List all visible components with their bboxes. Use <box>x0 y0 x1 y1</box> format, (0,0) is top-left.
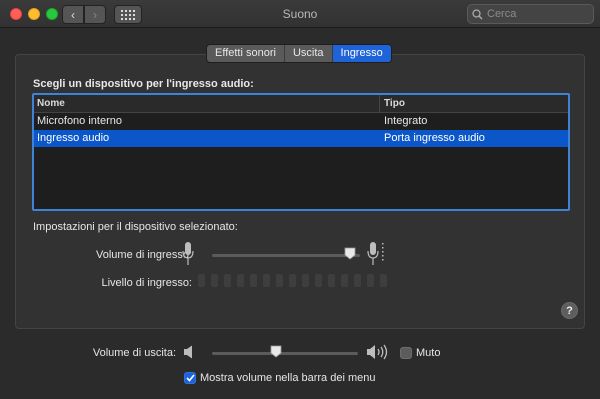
column-header-name[interactable]: Nome <box>34 95 380 112</box>
level-segment <box>367 274 374 287</box>
row-type: Porta ingresso audio <box>384 132 485 144</box>
output-volume-slider[interactable] <box>212 352 358 355</box>
output-volume-label: Volume di uscita: <box>92 347 176 359</box>
level-segment <box>380 274 387 287</box>
level-segment <box>198 274 205 287</box>
show-volume-label: Mostra volume nella barra dei menu <box>200 372 376 384</box>
search-input[interactable] <box>487 8 587 20</box>
mute-checkbox[interactable] <box>400 347 412 359</box>
checkmark-icon <box>185 374 195 382</box>
speaker-high-icon <box>367 344 388 360</box>
level-segment <box>263 274 270 287</box>
output-volume-thumb[interactable] <box>270 345 282 358</box>
level-segment <box>289 274 296 287</box>
device-table[interactable]: Nome Tipo Microfono interno Integrato In… <box>32 93 570 211</box>
tab-bar: Effetti sonori Uscita Ingresso <box>206 44 392 63</box>
level-segment <box>224 274 231 287</box>
tab-effetti-sonori[interactable]: Effetti sonori <box>207 45 285 62</box>
search-icon <box>472 8 483 19</box>
row-name: Microfono interno <box>37 115 122 127</box>
input-volume-thumb[interactable] <box>344 247 356 260</box>
microphone-low-icon <box>182 242 194 265</box>
table-header: Nome Tipo <box>34 95 568 113</box>
table-row-selected[interactable]: Ingresso audio Porta ingresso audio <box>34 130 568 147</box>
input-level-meter <box>198 274 387 287</box>
input-volume-slider[interactable] <box>212 254 360 257</box>
tab-uscita[interactable]: Uscita <box>285 45 333 62</box>
help-button[interactable]: ? <box>561 302 578 319</box>
level-segment <box>302 274 309 287</box>
tab-ingresso[interactable]: Ingresso <box>332 45 391 62</box>
level-segment <box>276 274 283 287</box>
show-volume-checkbox[interactable] <box>184 372 196 384</box>
level-segment <box>341 274 348 287</box>
row-type: Integrato <box>384 115 428 127</box>
column-header-type[interactable]: Tipo <box>380 95 405 112</box>
level-segment <box>211 274 218 287</box>
level-segment <box>237 274 244 287</box>
search-field[interactable] <box>467 4 594 24</box>
input-level-label: Livello di ingresso: <box>101 277 193 289</box>
input-volume-label: Volume di ingresso: <box>96 249 192 261</box>
speaker-low-icon <box>184 345 192 359</box>
panel-heading: Scegli un dispositivo per l'ingresso aud… <box>33 78 254 90</box>
settings-label: Impostazioni per il dispositivo selezion… <box>33 221 238 233</box>
row-name: Ingresso audio <box>37 132 110 144</box>
title-bar: ‹ › Suono <box>0 0 600 28</box>
microphone-high-icon <box>367 242 384 265</box>
level-segment <box>328 274 335 287</box>
level-segment <box>354 274 361 287</box>
level-segment <box>315 274 322 287</box>
mute-label: Muto <box>416 347 441 359</box>
level-segment <box>250 274 257 287</box>
table-row[interactable]: Microfono interno Integrato <box>34 113 568 130</box>
input-panel: Scegli un dispositivo per l'ingresso aud… <box>15 54 585 329</box>
